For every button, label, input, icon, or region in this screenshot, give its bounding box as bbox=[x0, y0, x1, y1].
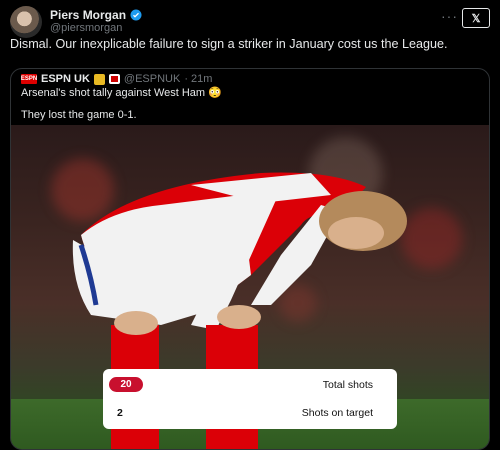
total-shots-label: Total shots bbox=[322, 379, 373, 391]
quote-line-1: Arsenal's shot tally against West Ham 😳 bbox=[21, 87, 222, 99]
quote-time: · 21m bbox=[184, 73, 213, 85]
stat-row-total-shots: 20 Total shots bbox=[103, 371, 397, 399]
avatar[interactable] bbox=[10, 6, 42, 38]
quote-author-name[interactable]: ESPN UK bbox=[41, 73, 90, 85]
quote-header: ESPN ESPN UK @ESPNUK · 21m bbox=[20, 73, 213, 85]
affiliate-badge-icon bbox=[108, 74, 120, 84]
author-name[interactable]: Piers Morgan bbox=[50, 8, 126, 22]
quote-line-2: They lost the game 0-1. bbox=[21, 109, 137, 121]
shot-stats-card: 20 Total shots 2 Shots on target bbox=[103, 369, 397, 429]
shots-on-target-value: 2 bbox=[117, 407, 123, 419]
quote-author-handle[interactable]: @ESPNUK bbox=[124, 73, 180, 85]
quoted-tweet[interactable]: ESPN ESPN UK @ESPNUK · 21m Arsenal's sho… bbox=[10, 68, 490, 450]
stat-row-shots-on-target: 2 Shots on target bbox=[103, 399, 397, 427]
gold-verified-icon bbox=[93, 73, 105, 85]
shots-on-target-label: Shots on target bbox=[301, 407, 373, 419]
x-logo-icon[interactable]: 𝕏 bbox=[462, 8, 490, 28]
total-shots-value: 20 bbox=[109, 377, 143, 392]
author-row: Piers Morgan bbox=[50, 8, 142, 22]
author-handle[interactable]: @piersmorgan bbox=[50, 22, 122, 34]
espn-logo-icon: ESPN bbox=[20, 74, 38, 84]
tweet-text: Dismal. Our inexplicable failure to sign… bbox=[10, 37, 448, 51]
tweet-header: Piers Morgan @piersmorgan ··· 𝕏 bbox=[10, 6, 490, 38]
more-icon[interactable]: ··· bbox=[441, 8, 458, 24]
verified-badge-icon bbox=[130, 9, 142, 21]
quote-text: Arsenal's shot tally against West Ham 😳 … bbox=[21, 86, 481, 130]
player-photo[interactable]: 20 Total shots 2 Shots on target bbox=[11, 125, 489, 449]
